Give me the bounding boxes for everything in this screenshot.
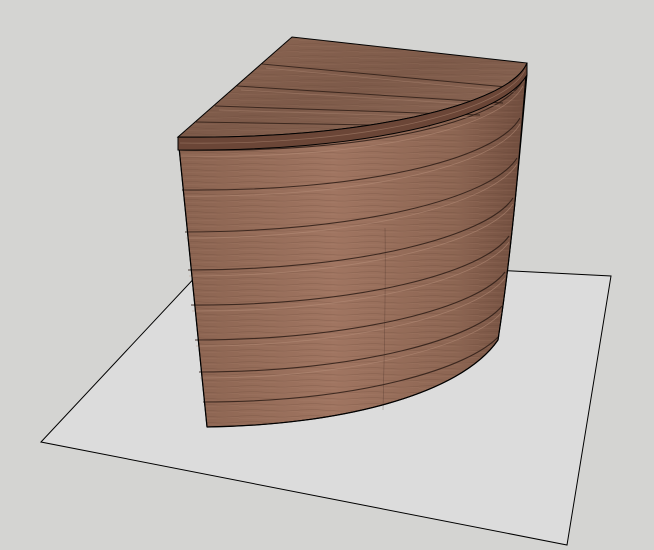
- model-canvas[interactable]: [0, 0, 654, 550]
- 3d-model-viewport[interactable]: [0, 0, 654, 550]
